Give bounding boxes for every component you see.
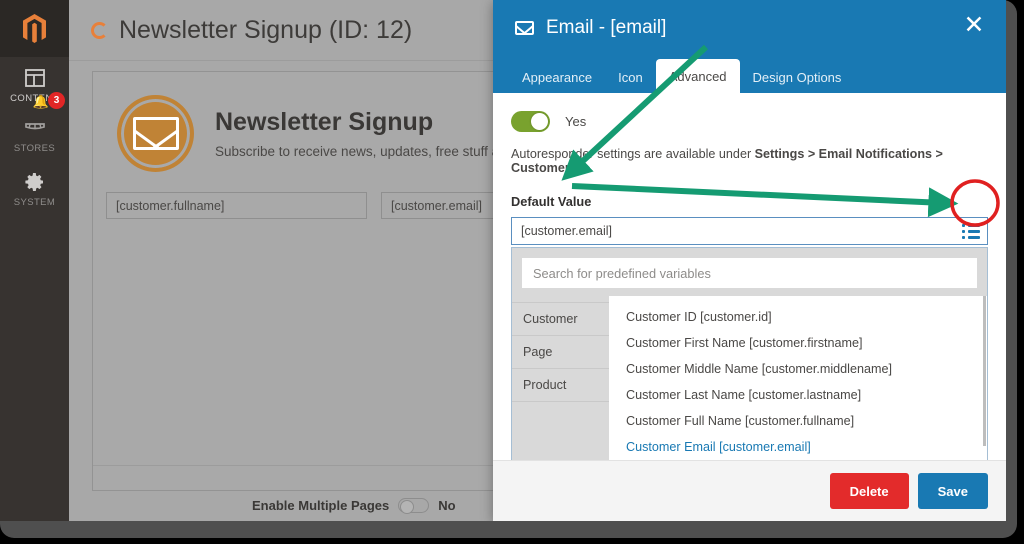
tab-design-options[interactable]: Design Options — [740, 61, 855, 93]
list-variables-icon[interactable] — [959, 220, 983, 242]
loading-spinner-icon — [91, 21, 108, 39]
default-value-row: [customer.email] — [511, 217, 988, 245]
notification-bell-icon[interactable]: 🔔 — [33, 94, 49, 110]
multipage-label: Enable Multiple Pages — [252, 498, 390, 513]
envelope-icon — [515, 21, 534, 35]
magento-logo[interactable] — [0, 0, 69, 57]
store-icon — [24, 123, 45, 130]
sidebar-item-label: STORES — [13, 143, 56, 154]
list-item-selected[interactable]: Customer Email [customer.email] — [626, 434, 987, 460]
variables-list-scrollbar[interactable] — [983, 296, 986, 446]
list-item[interactable]: Customer First Name [customer.firstname] — [626, 330, 987, 356]
tab-icon[interactable]: Icon — [605, 61, 656, 93]
tab-appearance[interactable]: Appearance — [509, 61, 605, 93]
multipage-toggle[interactable] — [398, 498, 430, 514]
modal-footer: Delete Save — [493, 460, 1006, 521]
content-icon — [24, 69, 45, 87]
list-item[interactable]: Customer Full Name [customer.fullname] — [626, 408, 987, 434]
variables-categories: Customer Page Product — [512, 296, 609, 463]
variables-category-product[interactable]: Product — [512, 369, 609, 402]
envelope-badge-icon — [117, 95, 194, 172]
autoresponder-toggle[interactable] — [511, 111, 550, 132]
device-frame: CONTENT 🔔 3 STORES SYSTEM Newsletter Sig… — [0, 0, 1024, 544]
list-item[interactable]: Customer Last Name [customer.lastname] — [626, 382, 987, 408]
helper-text: Autoresponder settings are available und… — [511, 147, 988, 175]
variables-category-customer[interactable]: Customer — [512, 302, 609, 336]
sidebar-item-stores[interactable]: STORES — [0, 111, 69, 161]
form-field-fullname[interactable]: [customer.fullname] — [106, 192, 367, 219]
sidebar-item-content[interactable]: CONTENT 🔔 3 — [0, 57, 69, 111]
list-item[interactable]: Customer Middle Name [customer.middlenam… — [626, 356, 987, 382]
sidebar-item-system[interactable]: SYSTEM — [0, 161, 69, 215]
modal-title: Email - [email] — [546, 17, 667, 38]
list-item[interactable]: Customer ID [customer.id] — [626, 304, 987, 330]
save-button[interactable]: Save — [917, 473, 988, 509]
helper-text-lead: Autoresponder settings are available und… — [511, 147, 755, 161]
modal-body: Yes Autoresponder settings are available… — [493, 93, 1006, 464]
email-field-settings-modal: Email - [email] ✕ Appearance Icon Advanc… — [493, 0, 1006, 521]
autoresponder-toggle-row: Yes — [511, 111, 988, 132]
modal-tabs: Appearance Icon Advanced Design Options — [509, 59, 854, 93]
autoresponder-toggle-label: Yes — [565, 114, 587, 129]
notification-badge: 3 — [48, 92, 65, 109]
magento-logo-icon — [23, 13, 46, 43]
multipage-value: No — [438, 498, 456, 513]
variables-category-page[interactable]: Page — [512, 336, 609, 369]
default-value-input[interactable]: [customer.email] — [511, 217, 988, 245]
modal-header: Email - [email] ✕ Appearance Icon Advanc… — [493, 0, 1006, 93]
gear-icon — [24, 173, 43, 191]
frame-shell: CONTENT 🔔 3 STORES SYSTEM Newsletter Sig… — [0, 0, 1017, 538]
sidebar-item-label: SYSTEM — [13, 197, 56, 208]
variables-list: Customer ID [customer.id] Customer First… — [609, 296, 987, 463]
tab-advanced[interactable]: Advanced — [655, 59, 740, 93]
admin-sidebar: CONTENT 🔔 3 STORES SYSTEM — [0, 0, 69, 521]
page-title: Newsletter Signup (ID: 12) — [119, 15, 413, 44]
default-value-label: Default Value — [511, 194, 592, 209]
variables-dropdown: Search for predefined variables Customer… — [511, 247, 988, 464]
delete-button[interactable]: Delete — [829, 473, 909, 509]
variables-search-input[interactable]: Search for predefined variables — [522, 258, 977, 288]
browser-viewport: CONTENT 🔔 3 STORES SYSTEM Newsletter Sig… — [0, 0, 1006, 521]
close-icon[interactable]: ✕ — [961, 13, 987, 39]
